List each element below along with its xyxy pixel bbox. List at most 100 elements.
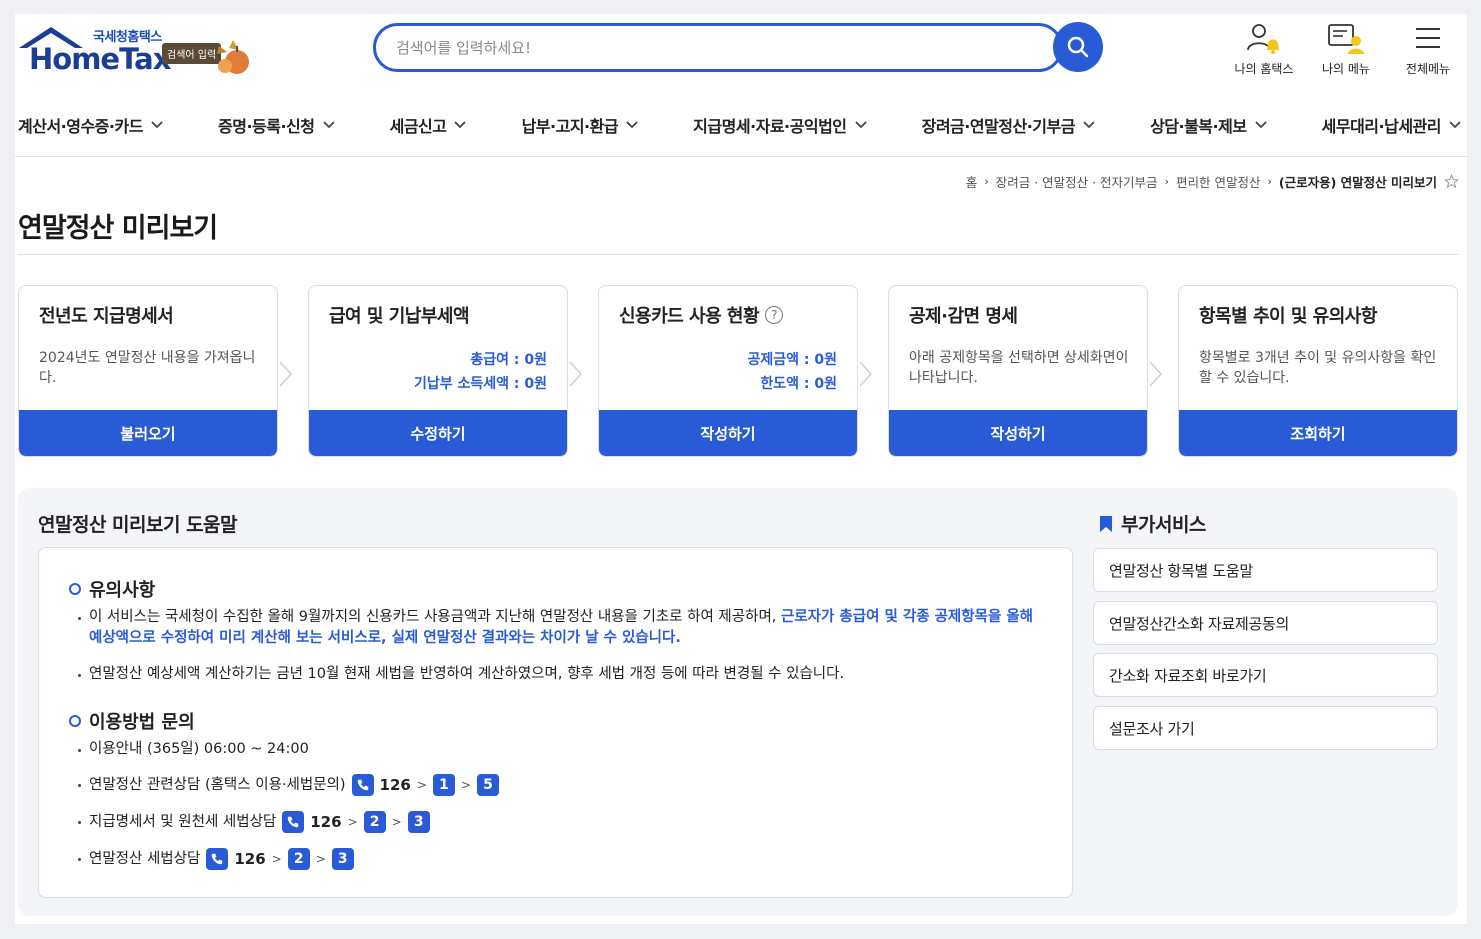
card-title-text: 신용카드 사용 현황 bbox=[619, 306, 760, 327]
title-divider bbox=[18, 254, 1459, 255]
extra-title-text: 부가서비스 bbox=[1121, 514, 1206, 536]
step-arrow-icon bbox=[279, 361, 293, 387]
ring-bullet-icon bbox=[69, 715, 81, 727]
phone-icon bbox=[206, 848, 229, 870]
prepaid-tax-value: 기납부 소득세액 : 0원 bbox=[413, 376, 547, 392]
view-button[interactable]: 조회하기 bbox=[1179, 410, 1457, 456]
deduction-amount-value: 공제금액 : 0원 bbox=[747, 352, 838, 368]
notice-item-2: 연말정산 예상세액 계산하기는 금년 10월 현재 세법을 반영하여 계산하였으… bbox=[78, 664, 1049, 685]
gnb-label: 세무대리·납세관리 bbox=[1321, 117, 1442, 136]
menu-key: 5 bbox=[476, 774, 499, 796]
all-menu-link[interactable]: 전체메뉴 bbox=[1397, 22, 1459, 77]
my-hometax-link[interactable]: 나의 홈택스 bbox=[1233, 22, 1295, 77]
phone-line-1: 연말정산 관련상담 (홈택스 이용·세법문의) 126 > 1 > 5 bbox=[78, 774, 1049, 796]
gnb-item-payment[interactable]: 납부·고지·환급 bbox=[522, 113, 638, 137]
chevron-down-icon bbox=[854, 121, 867, 129]
card-trend: 항목별 추이 및 유의사항 항목별로 3개년 추이 및 유의사항을 확인할 수 … bbox=[1178, 285, 1458, 457]
card-values: 총급여 : 0원 기납부 소득세액 : 0원 bbox=[414, 348, 547, 396]
menu-key: 1 bbox=[432, 774, 455, 796]
chevron-down-icon bbox=[1083, 121, 1095, 129]
extra-item-simplified-lookup[interactable]: 간소화 자료조회 바로가기 bbox=[1093, 653, 1438, 697]
gnb-item-consult[interactable]: 상담·불복·제보 bbox=[1150, 113, 1267, 137]
breadcrumb-item[interactable]: 장려금 · 연말정산 · 전자기부금 bbox=[996, 172, 1158, 191]
ring-bullet-icon bbox=[69, 583, 81, 595]
load-button[interactable]: 불러오기 bbox=[19, 410, 277, 456]
notice-section-title: 유의사항 bbox=[69, 576, 155, 602]
breadcrumb-separator-icon: › bbox=[1267, 175, 1272, 188]
gnb-label: 장려금·연말정산·기부금 bbox=[921, 117, 1076, 136]
extra-item-survey[interactable]: 설문조사 가기 bbox=[1093, 706, 1438, 750]
gnb-item-year-end[interactable]: 장려금·연말정산·기부금 bbox=[922, 113, 1095, 137]
search-button[interactable] bbox=[1053, 22, 1103, 72]
bookmark-icon bbox=[1100, 515, 1112, 532]
edit-button[interactable]: 수정하기 bbox=[309, 410, 567, 456]
extra-services-title: 부가서비스 bbox=[1099, 510, 1206, 537]
menu-key: 2 bbox=[287, 848, 310, 870]
my-menu-icon bbox=[1328, 24, 1364, 54]
extra-item-consent[interactable]: 연말정산간소화 자료제공동의 bbox=[1093, 601, 1438, 645]
gnb-label: 계산서·영수증·카드 bbox=[18, 117, 143, 136]
card-description: 2024년도 연말정산 내용을 가져옵니다. bbox=[39, 350, 256, 386]
help-area: 연말정산 미리보기 도움말 유의사항 이 서비스는 국세청이 수집한 올해 9월… bbox=[18, 488, 1458, 916]
chevron-right-icon: > bbox=[347, 814, 358, 829]
search-icon bbox=[1067, 36, 1089, 58]
search-bar bbox=[373, 23, 1063, 72]
phone-icon bbox=[351, 774, 374, 796]
phone-line-label: 지급명세서 및 원천세 세법상담 bbox=[89, 813, 277, 830]
my-menu-link[interactable]: 나의 메뉴 bbox=[1315, 22, 1377, 77]
phone-number: 126 bbox=[310, 812, 342, 831]
breadcrumb-item[interactable]: 편리한 연말정산 bbox=[1176, 172, 1260, 191]
chevron-down-icon bbox=[626, 121, 638, 129]
help-box: 유의사항 이 서비스는 국세청이 수집한 올해 9월까지의 신용카드 사용금액과… bbox=[38, 547, 1073, 898]
chevron-down-icon bbox=[1449, 121, 1461, 129]
help-title: 연말정산 미리보기 도움말 bbox=[38, 514, 238, 536]
card-salary: 급여 및 기납부세액 총급여 : 0원 기납부 소득세액 : 0원 수정하기 bbox=[308, 285, 568, 457]
gnb-item-tax-return[interactable]: 세금신고 bbox=[390, 113, 467, 137]
breadcrumb-home[interactable]: 홈 bbox=[966, 172, 978, 191]
star-favorite-icon[interactable] bbox=[1444, 174, 1459, 189]
phone-number: 126 bbox=[234, 849, 266, 868]
phone-line-3: 연말정산 세법상담 126 > 2 > 3 bbox=[78, 848, 1049, 870]
chevron-down-icon bbox=[322, 121, 335, 129]
gnb-item-invoice[interactable]: 계산서·영수증·카드 bbox=[18, 113, 163, 137]
card-title: 공제·감면 명세 bbox=[909, 306, 1018, 327]
breadcrumb-separator-icon: › bbox=[984, 175, 989, 188]
breadcrumb: 홈 › 장려금 · 연말정산 · 전자기부금 › 편리한 연말정산 › (근로자… bbox=[966, 172, 1459, 191]
phone-icon bbox=[282, 811, 305, 833]
card-credit-card: 신용카드 사용 현황 ? 공제금액 : 0원 한도액 : 0원 작성하기 bbox=[598, 285, 858, 457]
logo-title: HomeTax bbox=[29, 42, 171, 76]
chevron-right-icon: > bbox=[460, 777, 471, 792]
extra-item-help[interactable]: 연말정산 항목별 도움말 bbox=[1093, 548, 1438, 592]
hometax-logo[interactable]: 국세청홈택스 HomeTax 검색어 입력 bbox=[17, 24, 253, 80]
card-title: 신용카드 사용 현황 ? bbox=[619, 302, 784, 328]
inquiry-hours: 이용안내 (365일) 06:00 ~ 24:00 bbox=[78, 739, 1049, 760]
gnb-label: 세금신고 bbox=[389, 117, 447, 136]
gnb-label: 상담·불복·제보 bbox=[1150, 117, 1247, 136]
gnb-label: 납부·고지·환급 bbox=[521, 117, 619, 136]
phone-line-label: 연말정산 세법상담 bbox=[89, 850, 201, 867]
card-values: 공제금액 : 0원 한도액 : 0원 bbox=[748, 348, 838, 396]
phone-number: 126 bbox=[379, 775, 411, 794]
write-button[interactable]: 작성하기 bbox=[599, 410, 857, 456]
menu-key: 2 bbox=[363, 811, 386, 833]
step-arrow-icon bbox=[859, 361, 873, 387]
step-arrow-icon bbox=[569, 361, 583, 387]
header-links: 나의 홈택스 나의 메뉴 전체메뉴 bbox=[1233, 22, 1459, 77]
search-input[interactable] bbox=[396, 36, 1016, 60]
notice-item-1: 이 서비스는 국세청이 수집한 올해 9월까지의 신용카드 사용금액과 지난해 … bbox=[78, 607, 1049, 649]
breadcrumb-separator-icon: › bbox=[1164, 175, 1169, 188]
gnb-item-agent[interactable]: 세무대리·납세관리 bbox=[1322, 113, 1461, 137]
gnb-item-statement[interactable]: 지급명세·자료·공익법인 bbox=[693, 113, 867, 137]
page-title: 연말정산 미리보기 bbox=[18, 213, 218, 244]
inquiry-section-title: 이용방법 문의 bbox=[69, 708, 195, 734]
card-title: 급여 및 기납부세액 bbox=[329, 306, 470, 327]
write-button[interactable]: 작성하기 bbox=[889, 410, 1147, 456]
user-bell-icon bbox=[1247, 24, 1279, 54]
menu-key: 3 bbox=[331, 848, 354, 870]
help-question-icon[interactable]: ? bbox=[765, 306, 784, 324]
header: 국세청홈택스 HomeTax 검색어 입력 검색어를 입력하세요! 나의 홈택스… bbox=[15, 14, 1467, 94]
card-description: 항목별로 3개년 추이 및 유의사항을 확인할 수 있습니다. bbox=[1199, 350, 1437, 386]
gnb-item-certificate[interactable]: 증명·등록·신청 bbox=[218, 113, 335, 137]
card-prev-statement: 전년도 지급명세서 2024년도 연말정산 내용을 가져옵니다. 불러오기 bbox=[18, 285, 278, 457]
card-title: 전년도 지급명세서 bbox=[39, 306, 174, 327]
